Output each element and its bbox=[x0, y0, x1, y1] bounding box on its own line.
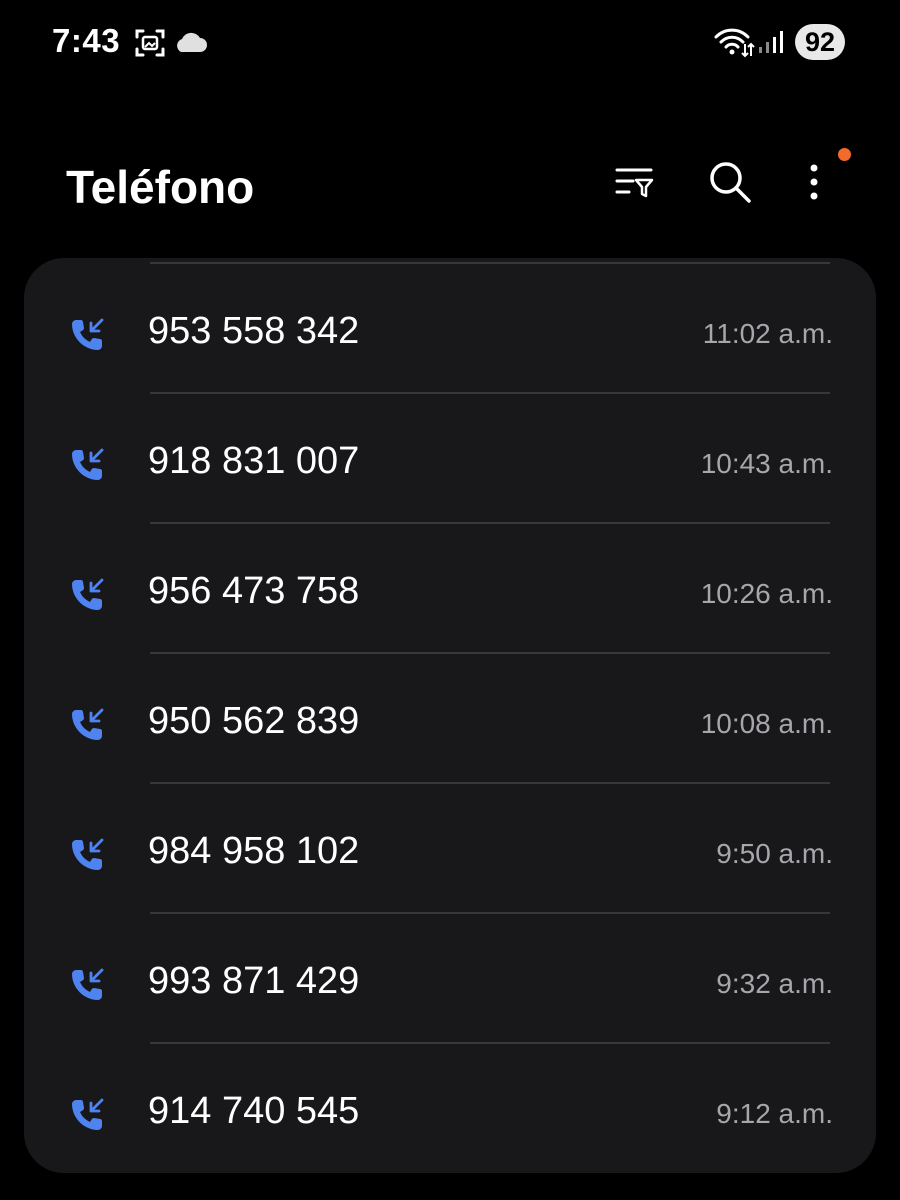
screenshot-icon bbox=[134, 28, 166, 63]
search-button[interactable] bbox=[700, 154, 760, 214]
call-log-item[interactable]: 956 473 758 10:26 a.m. bbox=[24, 524, 876, 654]
call-log-item[interactable]: 953 558 342 11:02 a.m. bbox=[24, 264, 876, 394]
app-header: Teléfono bbox=[0, 140, 900, 230]
call-time: 9:12 a.m. bbox=[716, 1098, 833, 1129]
call-log-item[interactable]: 914 740 545 9:12 a.m. bbox=[24, 1044, 876, 1173]
more-options-button[interactable] bbox=[784, 154, 844, 214]
filter-button[interactable] bbox=[605, 154, 665, 214]
incoming-call-icon bbox=[70, 966, 106, 1002]
call-time: 9:32 a.m. bbox=[716, 968, 833, 999]
page-title: Teléfono bbox=[66, 161, 255, 213]
call-number: 956 473 758 bbox=[148, 570, 360, 612]
call-time: 10:08 a.m. bbox=[700, 708, 833, 739]
more-options-icon bbox=[808, 162, 820, 207]
call-time: 10:26 a.m. bbox=[700, 578, 833, 609]
status-bar: 7:43 92 bbox=[0, 0, 900, 84]
cloud-icon bbox=[172, 32, 208, 59]
call-time: 9:50 a.m. bbox=[716, 838, 833, 869]
filter-icon bbox=[615, 164, 655, 205]
phone-app-screen: 7:43 92 Teléfono 953 558 342 11:02 a.m. … bbox=[0, 0, 900, 1200]
incoming-call-icon bbox=[70, 316, 106, 352]
incoming-call-icon bbox=[70, 576, 106, 612]
call-number: 914 740 545 bbox=[148, 1090, 360, 1132]
status-time: 7:43 bbox=[52, 22, 121, 59]
call-log-item[interactable]: 984 958 102 9:50 a.m. bbox=[24, 784, 876, 914]
signal-icon bbox=[758, 30, 784, 59]
battery-level: 92 bbox=[795, 24, 845, 60]
notification-dot bbox=[838, 148, 851, 161]
call-log-list: 953 558 342 11:02 a.m. 918 831 007 10:43… bbox=[24, 258, 876, 1173]
incoming-call-icon bbox=[70, 1096, 106, 1132]
call-time: 10:43 a.m. bbox=[700, 448, 833, 479]
call-number: 993 871 429 bbox=[148, 960, 360, 1002]
call-log-item[interactable]: 993 871 429 9:32 a.m. bbox=[24, 914, 876, 1044]
call-log-item[interactable]: 950 562 839 10:08 a.m. bbox=[24, 654, 876, 784]
incoming-call-icon bbox=[70, 706, 106, 742]
call-number: 984 958 102 bbox=[148, 830, 360, 872]
call-number: 950 562 839 bbox=[148, 700, 360, 742]
incoming-call-icon bbox=[70, 446, 106, 482]
search-icon bbox=[708, 160, 752, 209]
incoming-call-icon bbox=[70, 836, 106, 872]
call-number: 918 831 007 bbox=[148, 440, 360, 482]
call-time: 11:02 a.m. bbox=[702, 318, 833, 349]
wifi-icon bbox=[713, 26, 755, 63]
call-number: 953 558 342 bbox=[148, 310, 360, 352]
call-log-item[interactable]: 918 831 007 10:43 a.m. bbox=[24, 394, 876, 524]
